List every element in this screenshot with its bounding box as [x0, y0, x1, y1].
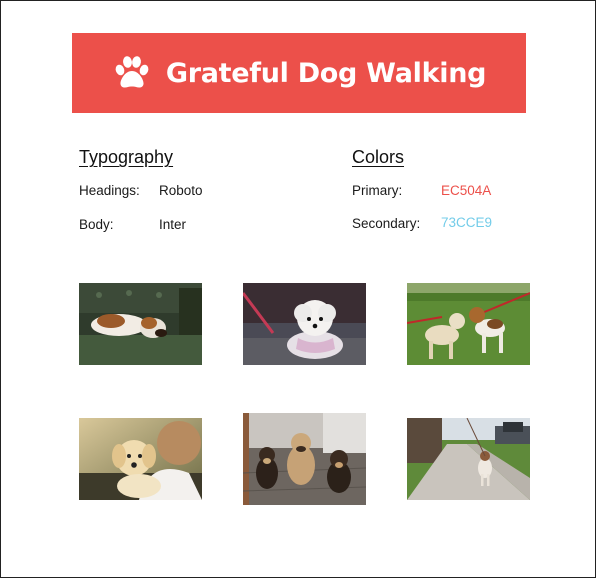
primary-color-label: Primary:: [352, 183, 403, 198]
secondary-color-value: 73CCE9: [441, 215, 493, 230]
two-dogs-on-grass-photo: [407, 283, 530, 365]
colors-heading: Colors: [352, 147, 405, 167]
headings-font-label: Headings:: [79, 183, 140, 198]
primary-color-value: EC504A: [441, 183, 492, 198]
beagle-sleeping-on-couch-photo: [79, 283, 202, 365]
body-font-value: Inter: [159, 217, 187, 232]
brand-banner: Grateful Dog Walking: [72, 33, 526, 113]
puppy-on-shoulder-photo: [79, 418, 202, 500]
three-small-dogs-photo: [243, 413, 366, 505]
white-poodle-on-leash-photo: [243, 283, 366, 365]
dog-on-sidewalk-photo: [407, 418, 530, 500]
brand-title: Grateful Dog Walking: [165, 57, 487, 89]
secondary-color-label: Secondary:: [352, 216, 421, 231]
paw-icon: [115, 56, 149, 88]
body-font-label: Body:: [79, 217, 114, 232]
headings-font-value: Roboto: [159, 183, 203, 198]
typography-heading: Typography: [79, 147, 174, 167]
style-guide-page: Grateful Dog Walking Typography Headings…: [0, 0, 596, 578]
